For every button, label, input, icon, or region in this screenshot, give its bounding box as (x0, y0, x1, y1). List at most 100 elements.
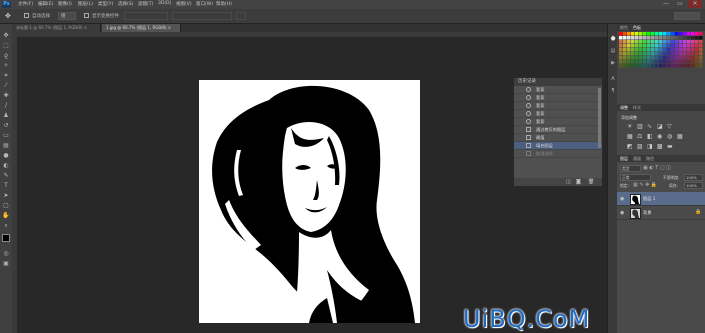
foreground-color[interactable] (2, 234, 10, 242)
swatch[interactable] (671, 44, 675, 48)
path-select-icon[interactable]: ➤ (2, 192, 10, 199)
lookup-icon[interactable]: ▦ (677, 133, 683, 140)
history-item-selected[interactable]: 填充图层 (514, 142, 602, 150)
swatch[interactable] (639, 64, 643, 68)
swatch[interactable] (647, 44, 651, 48)
menu-file[interactable]: 文件(F) (18, 1, 33, 7)
swatch[interactable] (675, 60, 679, 64)
menu-edit[interactable]: 编辑(E) (38, 1, 53, 7)
dodge-icon[interactable]: ◐ (2, 162, 10, 169)
swatch[interactable] (623, 64, 627, 68)
swatch[interactable] (647, 56, 651, 60)
history-panel-icon[interactable]: ⌚ (610, 36, 616, 42)
swatch[interactable] (631, 64, 635, 68)
swatch[interactable] (683, 48, 687, 52)
minimize-button[interactable]: — (659, 0, 673, 8)
swatch[interactable] (647, 64, 651, 68)
swatch[interactable] (699, 44, 703, 48)
move-tool-icon[interactable]: ✥ (5, 12, 11, 20)
swatch[interactable] (635, 44, 639, 48)
swatch[interactable] (635, 48, 639, 52)
gradient-icon[interactable]: ▤ (2, 142, 10, 149)
vibrance-icon[interactable]: ▽ (667, 123, 672, 130)
history-item[interactable]: 通过拷贝的图层 (514, 126, 602, 134)
swatch[interactable] (687, 60, 691, 64)
swatch[interactable] (671, 52, 675, 56)
swatch[interactable] (655, 52, 659, 56)
tab-untitled[interactable]: 未标题-1 @ 66.7% (图层 1, RGB/8) × (12, 24, 101, 32)
swatch[interactable] (675, 36, 679, 40)
swatch[interactable] (691, 32, 695, 36)
swatch[interactable] (679, 64, 683, 68)
swatch[interactable] (643, 32, 647, 36)
menu-view[interactable]: 视图(V) (176, 1, 192, 7)
swatch[interactable] (675, 64, 679, 68)
swatch[interactable] (643, 40, 647, 44)
swatch[interactable] (695, 32, 699, 36)
filter-icons[interactable]: ▣ ◐ T ▢ ◫ (643, 165, 698, 171)
swatch[interactable] (663, 40, 667, 44)
menu-3d[interactable]: 3D(D) (158, 1, 171, 6)
stamp-icon[interactable]: ♟ (2, 112, 10, 119)
swatch[interactable] (699, 60, 703, 64)
swatch[interactable] (643, 36, 647, 40)
swatch[interactable] (627, 64, 631, 68)
auto-align-button[interactable] (236, 12, 246, 20)
history-scrollbar[interactable] (598, 88, 601, 148)
trash-icon[interactable]: 🗑 (588, 179, 594, 185)
swatch[interactable] (631, 48, 635, 52)
swatch[interactable] (619, 60, 623, 64)
swatch[interactable] (675, 52, 679, 56)
swatch[interactable] (651, 36, 655, 40)
transform-checkbox[interactable] (84, 13, 89, 18)
swatch[interactable] (691, 44, 695, 48)
swatch[interactable] (695, 40, 699, 44)
swatch[interactable] (651, 44, 655, 48)
menu-filter[interactable]: 滤镜(T) (138, 1, 153, 7)
type-icon[interactable]: T (2, 182, 10, 189)
swatch[interactable] (651, 56, 655, 60)
swatch[interactable] (627, 40, 631, 44)
tab-adjustments[interactable]: 调整 (620, 105, 628, 111)
swatch[interactable] (679, 36, 683, 40)
move-icon[interactable]: ✥ (2, 32, 10, 39)
zoom-icon[interactable]: ⌕ (2, 222, 10, 229)
swatch[interactable] (667, 48, 671, 52)
brightness-icon[interactable]: ☀ (627, 123, 632, 130)
swatch[interactable] (619, 32, 623, 36)
swatch[interactable] (691, 56, 695, 60)
swatch[interactable] (687, 48, 691, 52)
swatch[interactable] (655, 40, 659, 44)
swatch[interactable] (683, 56, 687, 60)
workspace-switcher[interactable] (674, 12, 700, 20)
swatch[interactable] (683, 32, 687, 36)
swatch[interactable] (683, 40, 687, 44)
swatch[interactable] (643, 44, 647, 48)
properties-panel-icon[interactable]: ▤ (610, 48, 616, 54)
swatch[interactable] (687, 44, 691, 48)
swatch[interactable] (675, 56, 679, 60)
swatch[interactable] (691, 40, 695, 44)
swatch[interactable] (667, 32, 671, 36)
selective-color-icon[interactable]: ▩ (657, 143, 663, 150)
swatch[interactable] (627, 44, 631, 48)
swatch[interactable] (667, 64, 671, 68)
swatch[interactable] (699, 56, 703, 60)
swatch[interactable] (687, 40, 691, 44)
swatch[interactable] (679, 40, 683, 44)
close-button[interactable]: ✕ (688, 0, 702, 8)
swatch[interactable] (695, 44, 699, 48)
swatch[interactable] (655, 32, 659, 36)
swatch[interactable] (635, 56, 639, 60)
align-buttons[interactable] (124, 12, 168, 20)
lasso-icon[interactable]: ϱ (2, 52, 10, 59)
swatch[interactable] (659, 40, 663, 44)
tab-channels[interactable]: 通道 (633, 156, 641, 162)
swatch[interactable] (683, 44, 687, 48)
swatch[interactable] (691, 60, 695, 64)
camera-icon[interactable]: ◙ (576, 179, 581, 185)
healing-icon[interactable]: ✚ (2, 92, 10, 99)
exposure-icon[interactable]: ◪ (657, 123, 663, 130)
swatch[interactable] (695, 48, 699, 52)
swatch[interactable] (687, 56, 691, 60)
